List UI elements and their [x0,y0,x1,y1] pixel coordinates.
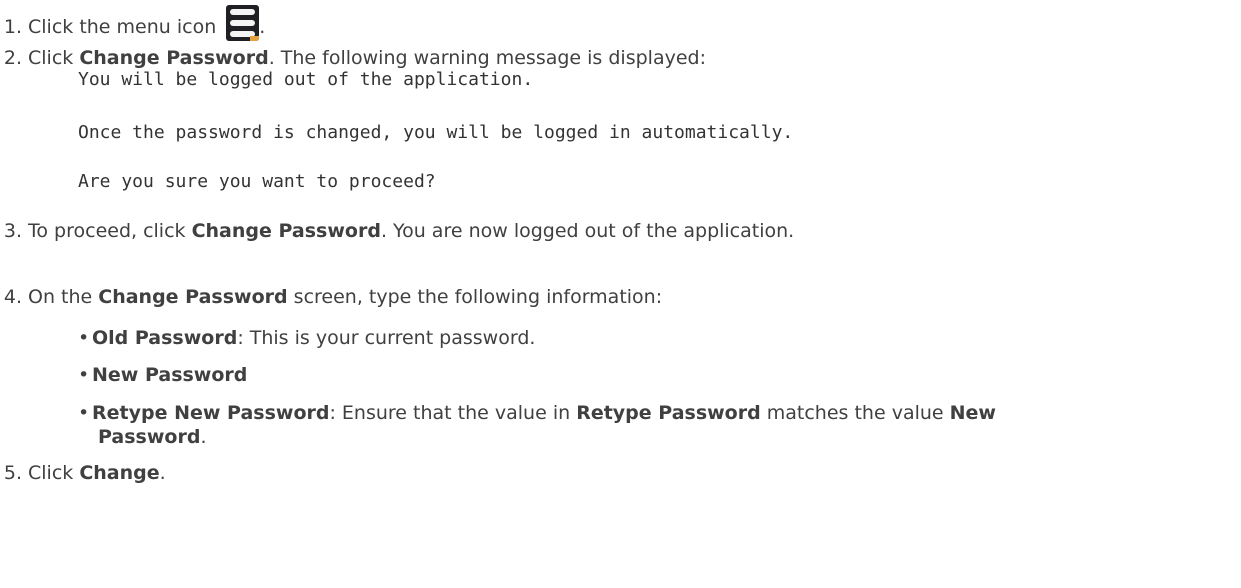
step-bold: Change Password [191,220,381,242]
field-ref-2-cont: Password [98,426,201,448]
step-5: 5. Click Change. [0,461,166,485]
step-bold: Change [79,462,160,484]
field-description-end: . [200,426,207,448]
field-ref-2: New [949,402,996,424]
step-2: 2. Click Change Password. The following w… [0,46,706,70]
step-text-end: . You are now logged out of the applicat… [380,220,795,242]
step-3: 3. To proceed, click Change Password. You… [0,219,794,243]
warning-message-line-1: You will be logged out of the applicatio… [78,69,534,90]
step-bold: Change Password [79,47,269,69]
step-bold: Change Password [98,286,288,308]
step-text: Click [28,47,80,69]
step-number: 1. [3,16,22,38]
step-text-end: . [159,462,166,484]
step-number: 2. [3,47,22,69]
field-ref: Retype Password [576,402,761,424]
step-4: 4. On the Change Password screen, type th… [0,285,662,309]
step-number: 3. [3,220,22,242]
warning-message-line-2: Once the password is changed, you will b… [78,122,794,143]
field-description: : This is your current password. [237,327,536,349]
step-number: 4. [3,286,22,308]
field-name: New Password [92,364,248,386]
field-name: Old Password [92,327,238,349]
step-1: 1. Click the menu icon . [0,5,265,41]
list-item-new-password: • New Password [78,364,248,386]
menu-icon [226,5,260,41]
field-description: : Ensure that the value in [329,402,577,424]
step-text-end: . The following warning message is displ… [268,47,706,69]
step-number: 5. [3,462,22,484]
step-text: Click [28,462,80,484]
step-text-end: screen, type the following information: [287,286,663,308]
list-item-retype-new-password: • Retype New Password: Ensure that the v… [78,402,996,448]
step-text: On the [28,286,99,308]
warning-message-line-3: Are you sure you want to proceed? [78,171,436,192]
field-name: Retype New Password [92,402,330,424]
step-text: To proceed, click [28,220,192,242]
step-text: Click the menu icon [28,16,217,38]
step-text-end: . [259,16,266,38]
list-item-old-password: • Old Password: This is your current pass… [78,327,536,349]
field-description-2: matches the value [760,402,950,424]
